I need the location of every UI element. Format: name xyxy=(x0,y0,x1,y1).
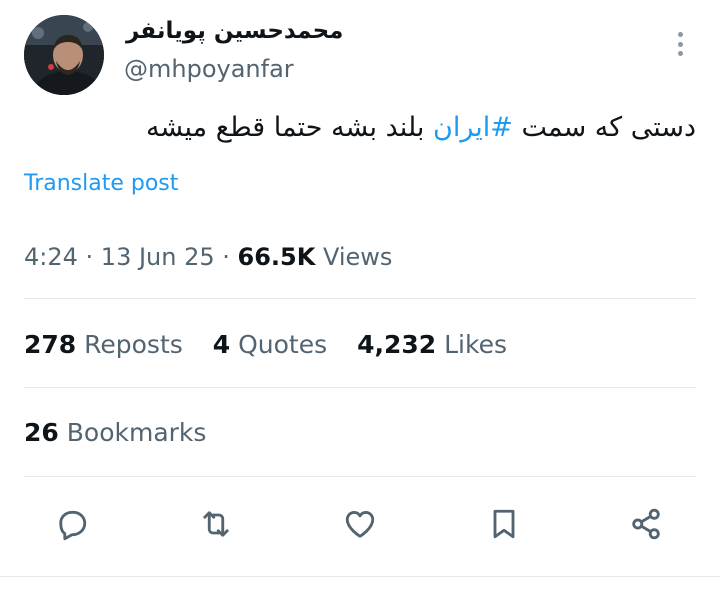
tweet-time[interactable]: 4:24 xyxy=(24,243,78,271)
reposts-count: 278 xyxy=(24,330,77,359)
tweet-text-part: دستی که سمت xyxy=(512,112,696,143)
tweet-text: دستی که سمت #ایران بلند بشه حتما قطع میش… xyxy=(146,112,696,143)
reposts-stat[interactable]: 278 Reposts xyxy=(24,330,183,359)
divider xyxy=(0,576,720,577)
author-display-name[interactable]: محمدحسین پویانفر xyxy=(126,18,343,44)
meta-separator: · xyxy=(77,243,101,271)
views-label: Views xyxy=(315,243,393,271)
author-handle[interactable]: @mhpoyanfar xyxy=(124,55,294,83)
bookmarks-count: 26 xyxy=(24,418,59,447)
more-icon[interactable] xyxy=(668,28,692,60)
divider xyxy=(24,298,696,299)
bookmarks-label: Bookmarks xyxy=(58,418,207,447)
engagement-stats: 278 Reposts 4 Quotes 4,232 Likes xyxy=(24,330,529,359)
meta-separator: · xyxy=(214,243,238,271)
reply-button[interactable] xyxy=(52,504,92,544)
tweet-text-part: بلند بشه حتما قطع میشه xyxy=(145,112,433,143)
bookmark-button[interactable] xyxy=(484,504,524,544)
like-icon xyxy=(345,511,375,538)
share-icon xyxy=(632,508,660,540)
quotes-stat[interactable]: 4 Quotes xyxy=(213,330,327,359)
divider xyxy=(24,476,696,477)
reply-icon xyxy=(59,510,87,541)
hashtag-link[interactable]: #ایران xyxy=(433,112,513,143)
translate-post-link[interactable]: Translate post xyxy=(24,171,178,196)
tweet-date[interactable]: 13 Jun 25 xyxy=(101,243,215,271)
quotes-count: 4 xyxy=(212,330,231,359)
like-button[interactable] xyxy=(340,504,380,544)
views-count: 66.5K xyxy=(237,243,316,271)
share-button[interactable] xyxy=(626,504,666,544)
likes-label: Likes xyxy=(436,330,507,359)
repost-button[interactable] xyxy=(196,504,236,544)
divider xyxy=(24,387,696,388)
avatar[interactable] xyxy=(24,15,104,95)
likes-stat[interactable]: 4,232 Likes xyxy=(357,330,507,359)
likes-count: 4,232 xyxy=(357,330,437,359)
reposts-label: Reposts xyxy=(76,330,183,359)
quotes-label: Quotes xyxy=(230,330,328,359)
tweet-meta: 4:24 · 13 Jun 25 · 66.5K Views xyxy=(24,243,392,271)
bookmark-icon xyxy=(493,509,515,539)
avatar-image xyxy=(24,15,104,95)
bookmarks-stat[interactable]: 26 Bookmarks xyxy=(24,418,206,447)
repost-icon xyxy=(203,511,229,537)
